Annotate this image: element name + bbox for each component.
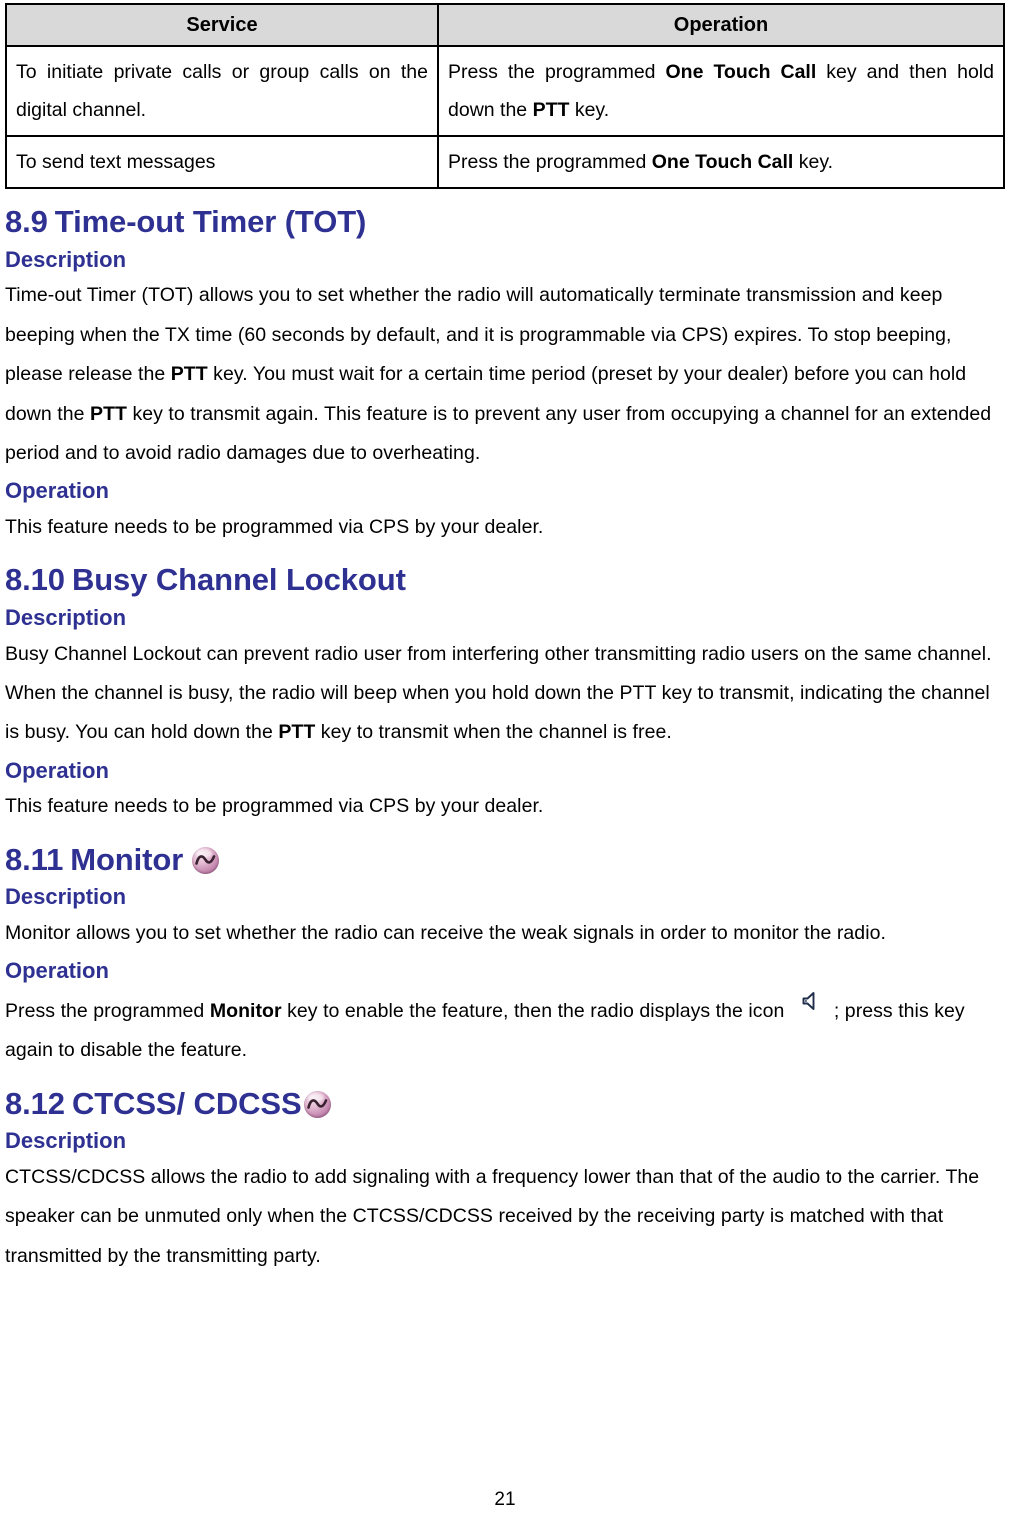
operation-text-pre: Press the programmed [448, 151, 652, 174]
operation-text-post: key. [569, 99, 610, 122]
page-number: 21 [494, 1489, 516, 1510]
operation-key-ptt: PTT [532, 99, 570, 122]
key-monitor: Monitor [209, 999, 282, 1022]
section-heading-8-11: 8.11 Monitor [5, 841, 1005, 880]
section-number: 8.12 [5, 1085, 65, 1121]
speaker-icon [799, 988, 823, 1012]
section-number: 8.11 [5, 841, 64, 877]
section-title: Time-out Timer (TOT) [54, 204, 367, 240]
text-part: key to transmit when the channel is free… [315, 721, 672, 744]
column-header-operation: Operation [437, 3, 1005, 47]
key-ptt: PTT [170, 363, 208, 386]
subheading-description: Description [5, 884, 127, 910]
section-heading-8-12: 8.12 CTCSS/ CDCSS [5, 1085, 1005, 1124]
document-page: Service Operation To initiate private ca… [0, 3, 1010, 1523]
subheading-description: Description [5, 1128, 127, 1154]
subheading-description: Description [5, 246, 127, 272]
cell-operation: Press the programmed One Touch Call key. [437, 135, 1005, 190]
cell-service: To initiate private calls or group calls… [5, 44, 439, 138]
paragraph-ctcss-description: CTCSS/CDCSS allows the radio to add sign… [5, 1166, 980, 1267]
section-title: Busy Channel Lockout [71, 562, 406, 598]
operation-key-one-touch-call: One Touch Call [665, 61, 817, 83]
text-part: key to enable the feature, then the radi… [281, 999, 790, 1022]
subheading-operation: Operation [5, 958, 109, 984]
service-operation-table: Service Operation To initiate private ca… [5, 3, 1005, 190]
paragraph-tot-operation: This feature needs to be programmed via … [5, 515, 544, 538]
key-ptt: PTT [90, 402, 127, 425]
wave-glyph [306, 1098, 327, 1109]
operation-text-post: key. [793, 151, 834, 174]
operation-text-pre: Press the programmed [448, 61, 666, 83]
text-part: key to transmit again. This feature is t… [5, 402, 992, 464]
operation-key-one-touch-call: One Touch Call [651, 151, 794, 174]
wave-glyph [195, 854, 216, 865]
section-heading-8-10: 8.10 Busy Channel Lockout [5, 561, 1005, 600]
section-number: 8.9 [5, 204, 48, 240]
section-title: CTCSS/ CDCSS [71, 1085, 302, 1121]
paragraph-busy-channel-operation: This feature needs to be programmed via … [5, 795, 544, 818]
column-header-service: Service [5, 3, 439, 47]
table-header-row: Service Operation [5, 3, 1005, 47]
paragraph-tot-description: Time-out Timer (TOT) allows you to set w… [5, 276, 1005, 473]
paragraph-monitor-operation: Press the programmed Monitor key to enab… [5, 988, 1005, 1071]
wave-circle-icon [192, 846, 220, 874]
table-row: To initiate private calls or group calls… [5, 44, 1005, 138]
subheading-description: Description [5, 604, 127, 630]
table-row: To send text messages Press the programm… [5, 135, 1005, 190]
section-heading-8-9: 8.9 Time-out Timer (TOT) [5, 203, 1005, 242]
subheading-operation: Operation [5, 478, 109, 504]
paragraph-busy-channel-description: Busy Channel Lockout can prevent radio u… [5, 635, 1005, 753]
key-ptt: PTT [278, 721, 316, 744]
section-title: Monitor [70, 841, 184, 877]
section-number: 8.10 [5, 562, 65, 598]
cell-service: To send text messages [5, 135, 439, 190]
subheading-operation: Operation [5, 757, 109, 783]
paragraph-monitor-description: Monitor allows you to set whether the ra… [5, 922, 886, 945]
text-part: Press the programmed [5, 999, 210, 1022]
cell-operation: Press the programmed One Touch Call key … [437, 44, 1005, 138]
wave-circle-icon [303, 1090, 331, 1118]
